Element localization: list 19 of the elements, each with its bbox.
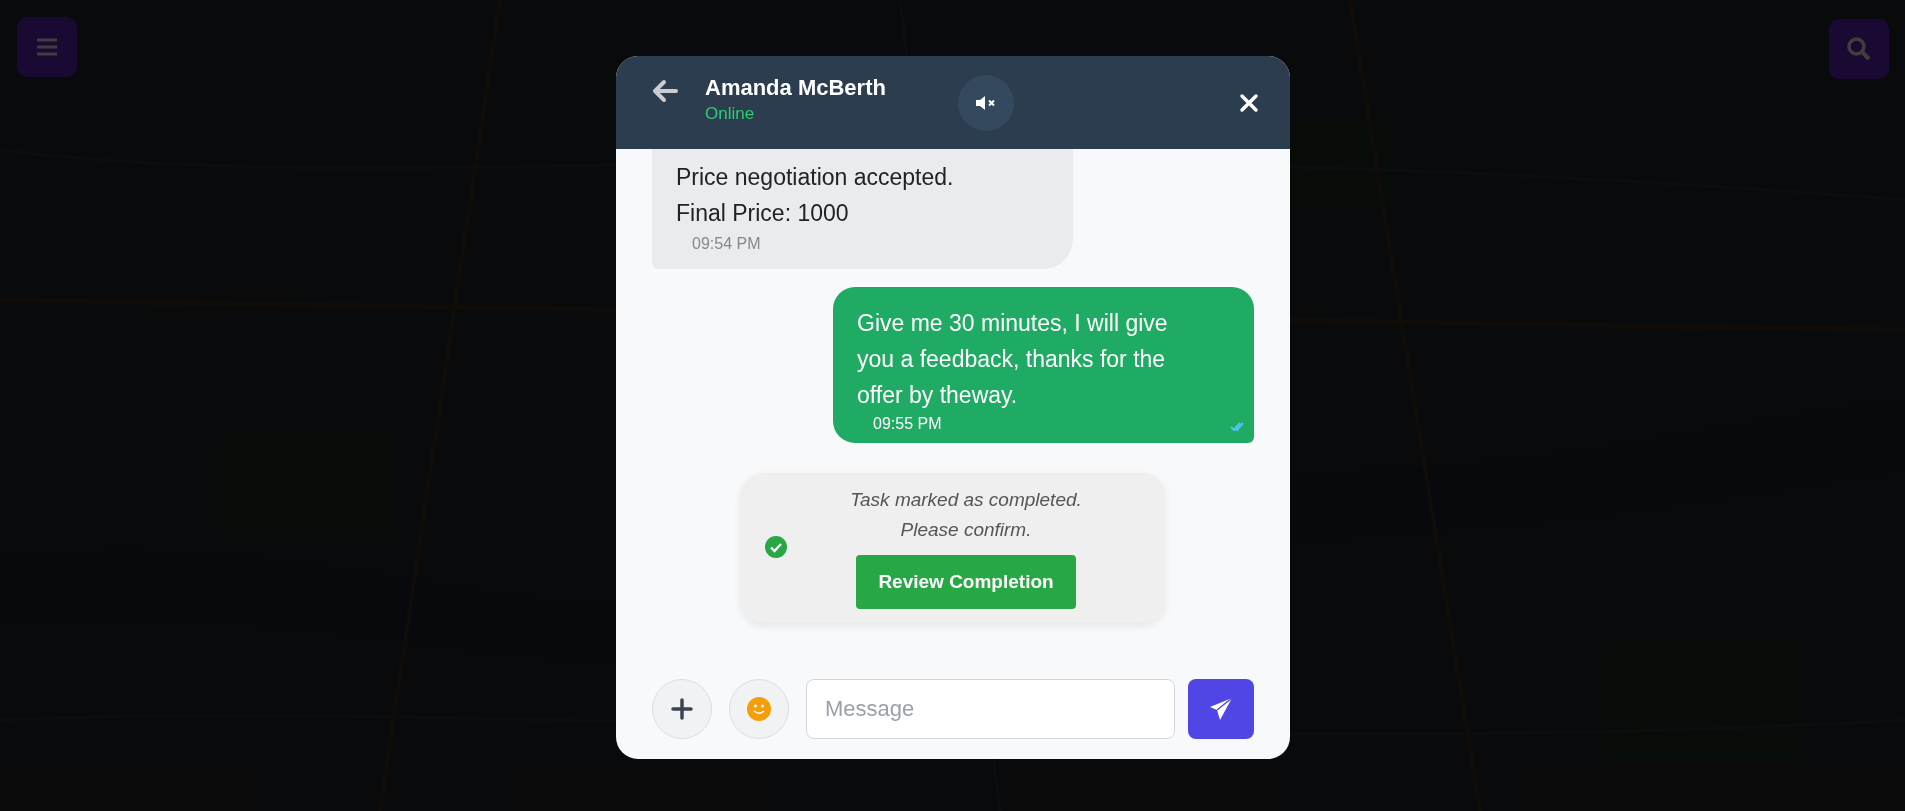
- message-text: Give me 30 minutes, I will give you a feedback, thanks for the offer by theway.: [857, 309, 1169, 410]
- paper-plane-icon: [1208, 696, 1234, 722]
- close-icon: [1238, 91, 1260, 114]
- review-completion-button[interactable]: Review Completion: [856, 555, 1076, 609]
- message-text: Final Price: 1000: [676, 199, 850, 228]
- back-arrow-icon: [652, 78, 678, 103]
- close-button[interactable]: [1238, 91, 1260, 114]
- system-message-text: Task marked as completed.: [850, 488, 1082, 512]
- contact-name: Amanda McBerth: [705, 75, 887, 101]
- contact-status: Online: [705, 104, 756, 124]
- message-input[interactable]: Message: [806, 679, 1175, 739]
- message-time: 09:55 PM: [873, 415, 943, 433]
- send-button[interactable]: [1188, 679, 1254, 739]
- system-message-text: Please confirm.: [900, 518, 1032, 542]
- plus-icon: [671, 698, 693, 720]
- check-circle-icon: [765, 536, 787, 558]
- message-text: Price negotiation accepted.: [676, 163, 955, 192]
- message-time: 09:54 PM: [692, 235, 762, 253]
- smiley-icon: [747, 697, 771, 721]
